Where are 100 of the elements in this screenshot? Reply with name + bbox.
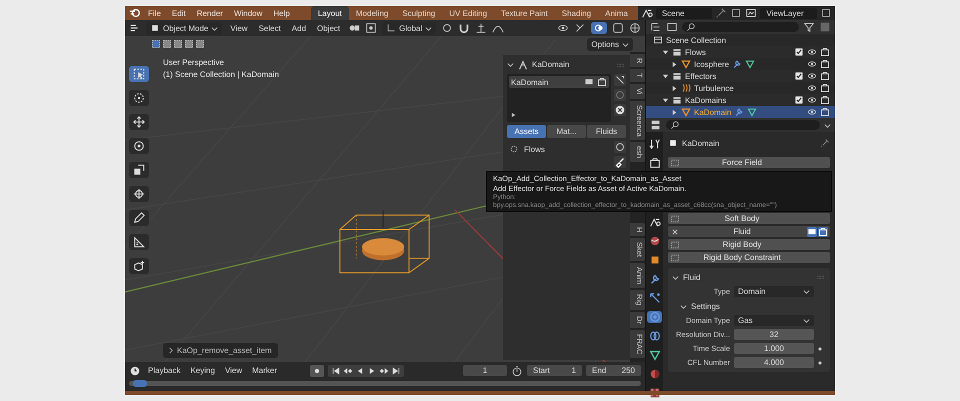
eye-icon[interactable] bbox=[807, 83, 817, 93]
stopwatch-icon[interactable] bbox=[511, 364, 523, 376]
gizmo-icon[interactable] bbox=[574, 22, 586, 34]
xray-icon[interactable] bbox=[612, 22, 624, 34]
display-mode-icon[interactable] bbox=[666, 21, 678, 33]
snap-icon[interactable] bbox=[475, 22, 488, 34]
record-button[interactable] bbox=[310, 364, 324, 376]
number-field[interactable]: 1.000 bbox=[734, 343, 814, 354]
clock-icon[interactable] bbox=[129, 364, 141, 376]
type-dropdown[interactable]: Domain bbox=[734, 286, 814, 297]
add-icon[interactable] bbox=[614, 74, 626, 86]
eye-icon[interactable] bbox=[557, 22, 569, 34]
outliner-row[interactable]: Icosphere bbox=[646, 58, 835, 70]
camera-icon[interactable] bbox=[820, 47, 830, 57]
tool-button[interactable] bbox=[129, 138, 149, 154]
menu-item[interactable]: Help bbox=[269, 8, 294, 18]
search-field[interactable] bbox=[666, 120, 820, 130]
playhead-handle[interactable] bbox=[133, 380, 147, 387]
properties-tab[interactable] bbox=[647, 292, 662, 304]
jump-start-icon[interactable] bbox=[330, 366, 341, 376]
menu-item[interactable]: Marker bbox=[249, 366, 280, 375]
workspace-tab[interactable]: Texture Paint bbox=[494, 6, 555, 20]
menu-item[interactable]: Keying bbox=[187, 366, 218, 375]
pin-icon[interactable] bbox=[715, 7, 728, 19]
panel-tab[interactable]: Assets bbox=[507, 125, 546, 138]
properties-tab[interactable] bbox=[647, 330, 662, 342]
expand-arrow-icon[interactable] bbox=[662, 48, 669, 56]
physics-button[interactable]: Soft Body bbox=[668, 213, 830, 224]
outliner-row[interactable]: Scene Collection bbox=[646, 34, 835, 46]
physics-button[interactable]: Rigid Body Constraint bbox=[668, 252, 830, 263]
monitor-icon[interactable] bbox=[807, 226, 817, 236]
tool-button[interactable] bbox=[129, 210, 149, 226]
tool-button[interactable] bbox=[129, 90, 149, 106]
wireframe-sphere-icon[interactable] bbox=[629, 22, 641, 34]
copy-icon[interactable] bbox=[730, 7, 742, 19]
current-frame-field[interactable]: 1 bbox=[463, 365, 507, 376]
options-dropdown[interactable]: Options bbox=[587, 38, 633, 50]
prev-key-icon[interactable] bbox=[342, 366, 353, 376]
remove-icon[interactable] bbox=[614, 104, 626, 116]
checkbox[interactable] bbox=[794, 47, 804, 57]
render-layer-icon[interactable] bbox=[745, 7, 758, 19]
menu-item[interactable]: Edit bbox=[168, 8, 190, 18]
overlays-button[interactable] bbox=[591, 22, 607, 34]
keyframe-dot-icon[interactable] bbox=[818, 360, 822, 364]
pivot-icon[interactable] bbox=[441, 22, 454, 34]
expand-arrow-icon[interactable] bbox=[662, 96, 669, 104]
outliner-row[interactable]: KaDomain bbox=[646, 106, 835, 118]
monitor-icon[interactable] bbox=[584, 77, 594, 87]
workspace-tab[interactable]: Modeling bbox=[348, 6, 396, 20]
physics-button[interactable]: Rigid Body bbox=[668, 239, 830, 250]
workspace-tab[interactable]: Sculpting bbox=[395, 6, 442, 20]
properties-tab[interactable] bbox=[647, 157, 662, 169]
copy-icon[interactable] bbox=[820, 7, 832, 19]
view-layer-field[interactable]: ViewLayer bbox=[760, 8, 817, 18]
menu-item[interactable]: Add bbox=[288, 24, 310, 32]
tool-button[interactable] bbox=[129, 66, 149, 82]
mode-dropdown[interactable]: Object Mode bbox=[146, 22, 222, 34]
eye-icon[interactable] bbox=[807, 59, 817, 69]
tool-button[interactable] bbox=[129, 114, 149, 130]
eye-icon[interactable] bbox=[807, 95, 817, 105]
magnet-icon[interactable] bbox=[458, 22, 470, 34]
checkbox[interactable] bbox=[794, 95, 804, 105]
end-frame-field[interactable]: End 250 bbox=[586, 365, 641, 376]
properties-tab[interactable] bbox=[647, 311, 662, 323]
last-operator-panel[interactable]: KaOp_remove_asset_item bbox=[163, 343, 278, 358]
editor-type-icon[interactable] bbox=[650, 21, 662, 33]
outliner-row[interactable]: Turbulence bbox=[646, 82, 835, 94]
menu-item[interactable]: View bbox=[227, 24, 251, 32]
expand-arrow-icon[interactable] bbox=[662, 72, 669, 80]
properties-tab[interactable] bbox=[647, 349, 662, 361]
triangle-icon[interactable] bbox=[745, 59, 756, 69]
panel-tab[interactable]: Mat... bbox=[547, 125, 586, 138]
workspace-tab[interactable]: Shading bbox=[554, 6, 598, 20]
eye-icon[interactable] bbox=[807, 47, 817, 57]
camera-icon[interactable] bbox=[820, 59, 830, 69]
number-field[interactable]: 32 bbox=[734, 329, 814, 340]
next-key-icon[interactable] bbox=[378, 366, 389, 376]
physics-button[interactable]: Fluid bbox=[668, 226, 830, 237]
tool-button[interactable] bbox=[129, 258, 149, 274]
camera-icon[interactable] bbox=[820, 83, 830, 93]
checkbox[interactable] bbox=[794, 71, 804, 81]
menu-item[interactable]: View bbox=[222, 366, 246, 375]
wrench-icon[interactable] bbox=[732, 59, 742, 69]
expand-arrow-icon[interactable] bbox=[671, 84, 678, 92]
gizmo-icon[interactable] bbox=[365, 22, 378, 34]
filter-icon[interactable] bbox=[803, 21, 815, 33]
scene-field[interactable]: Scene bbox=[656, 8, 712, 18]
tool-button[interactable] bbox=[129, 234, 149, 250]
brush-icon[interactable] bbox=[614, 156, 626, 168]
properties-tab[interactable] bbox=[647, 138, 662, 150]
tool-button[interactable] bbox=[129, 186, 149, 202]
workspace-tab[interactable]: Layout bbox=[310, 6, 349, 20]
camera-icon[interactable] bbox=[597, 77, 607, 87]
number-field[interactable]: 4.000 bbox=[734, 357, 814, 368]
keyframe-dot-icon[interactable] bbox=[818, 346, 822, 350]
menu-item[interactable]: File bbox=[144, 8, 165, 18]
tool-button[interactable] bbox=[129, 162, 149, 178]
swirl-icon[interactable] bbox=[614, 141, 626, 153]
asset-item[interactable]: Flows bbox=[507, 141, 611, 157]
eye-icon[interactable] bbox=[807, 71, 817, 81]
